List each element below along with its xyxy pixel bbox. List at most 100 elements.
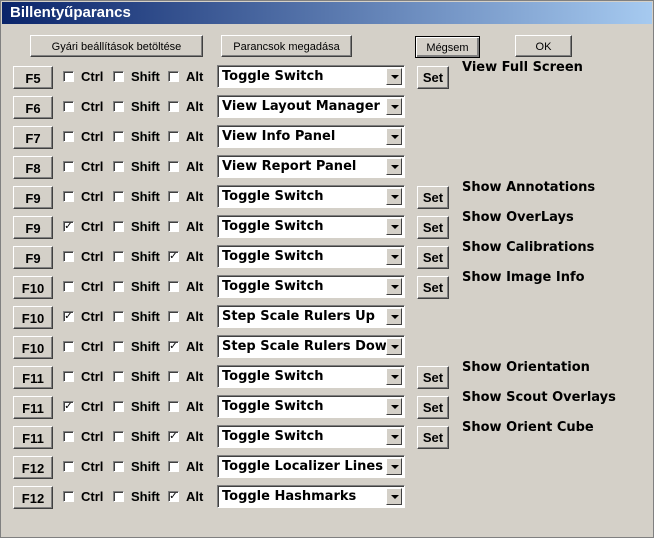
set-button[interactable]: Set — [417, 216, 449, 239]
chevron-down-icon[interactable] — [386, 338, 402, 355]
title-bar[interactable]: Billentyűparancs — [2, 2, 652, 24]
shift-checkbox[interactable] — [113, 311, 124, 322]
chevron-down-icon[interactable] — [386, 218, 402, 235]
alt-checkbox[interactable] — [168, 71, 179, 82]
ctrl-checkbox[interactable] — [63, 161, 74, 172]
chevron-down-icon[interactable] — [386, 368, 402, 385]
ctrl-checkbox[interactable] — [63, 191, 74, 202]
alt-checkbox[interactable]: ✓ — [168, 491, 179, 502]
command-select[interactable]: Toggle Hashmarks — [217, 485, 405, 508]
chevron-down-icon[interactable] — [386, 278, 402, 295]
alt-checkbox[interactable] — [168, 221, 179, 232]
chevron-down-icon[interactable] — [386, 68, 402, 85]
alt-checkbox[interactable] — [168, 401, 179, 412]
command-select[interactable]: Toggle Switch — [217, 215, 405, 238]
command-select[interactable]: Toggle Switch — [217, 365, 405, 388]
set-button[interactable]: Set — [417, 426, 449, 449]
set-button[interactable]: Set — [417, 246, 449, 269]
alt-checkbox[interactable] — [168, 461, 179, 472]
alt-checkbox[interactable] — [168, 311, 179, 322]
chevron-down-icon[interactable] — [386, 458, 402, 475]
shift-checkbox[interactable] — [113, 461, 124, 472]
function-key-button[interactable]: F12 — [13, 486, 53, 509]
alt-checkbox[interactable] — [168, 371, 179, 382]
alt-checkbox[interactable] — [168, 101, 179, 112]
alt-checkbox[interactable] — [168, 281, 179, 292]
function-key-button[interactable]: F11 — [13, 366, 53, 389]
cancel-button[interactable]: Mégsem — [415, 36, 480, 58]
chevron-down-icon[interactable] — [386, 398, 402, 415]
set-button[interactable]: Set — [417, 66, 449, 89]
function-key-button[interactable]: F9 — [13, 186, 53, 209]
function-key-button[interactable]: F10 — [13, 306, 53, 329]
chevron-down-icon[interactable] — [386, 308, 402, 325]
shift-checkbox[interactable] — [113, 491, 124, 502]
set-button[interactable]: Set — [417, 366, 449, 389]
alt-checkbox[interactable] — [168, 191, 179, 202]
command-select[interactable]: Step Scale Rulers Up — [217, 305, 405, 328]
function-key-button[interactable]: F5 — [13, 66, 53, 89]
shift-checkbox[interactable] — [113, 371, 124, 382]
function-key-button[interactable]: F7 — [13, 126, 53, 149]
chevron-down-icon[interactable] — [386, 248, 402, 265]
alt-checkbox[interactable]: ✓ — [168, 431, 179, 442]
alt-checkbox[interactable] — [168, 131, 179, 142]
shift-checkbox[interactable] — [113, 101, 124, 112]
ctrl-checkbox[interactable] — [63, 371, 74, 382]
set-button[interactable]: Set — [417, 276, 449, 299]
chevron-down-icon[interactable] — [386, 98, 402, 115]
shift-checkbox[interactable] — [113, 161, 124, 172]
load-defaults-button[interactable]: Gyári beállítások betöltése — [30, 35, 203, 57]
set-button[interactable]: Set — [417, 186, 449, 209]
command-select[interactable]: Toggle Localizer Lines — [217, 455, 405, 478]
ctrl-checkbox[interactable] — [63, 341, 74, 352]
shift-checkbox[interactable] — [113, 431, 124, 442]
command-select[interactable]: Toggle Switch — [217, 185, 405, 208]
shift-checkbox[interactable] — [113, 341, 124, 352]
ctrl-checkbox[interactable] — [63, 101, 74, 112]
chevron-down-icon[interactable] — [386, 488, 402, 505]
command-select[interactable]: View Info Panel — [217, 125, 405, 148]
set-commands-button[interactable]: Parancsok megadása — [221, 35, 352, 57]
alt-checkbox[interactable] — [168, 161, 179, 172]
shift-checkbox[interactable] — [113, 281, 124, 292]
alt-checkbox[interactable]: ✓ — [168, 251, 179, 262]
command-select[interactable]: Toggle Switch — [217, 395, 405, 418]
shift-checkbox[interactable] — [113, 401, 124, 412]
function-key-button[interactable]: F10 — [13, 336, 53, 359]
chevron-down-icon[interactable] — [386, 128, 402, 145]
ctrl-checkbox[interactable] — [63, 491, 74, 502]
ctrl-checkbox[interactable] — [63, 71, 74, 82]
ctrl-checkbox[interactable] — [63, 281, 74, 292]
function-key-button[interactable]: F9 — [13, 246, 53, 269]
function-key-button[interactable]: F11 — [13, 396, 53, 419]
ctrl-checkbox[interactable]: ✓ — [63, 311, 74, 322]
shift-checkbox[interactable] — [113, 221, 124, 232]
ctrl-checkbox[interactable] — [63, 461, 74, 472]
shift-checkbox[interactable] — [113, 131, 124, 142]
command-select[interactable]: Toggle Switch — [217, 65, 405, 88]
command-select[interactable]: Toggle Switch — [217, 275, 405, 298]
function-key-button[interactable]: F11 — [13, 426, 53, 449]
ctrl-checkbox[interactable]: ✓ — [63, 221, 74, 232]
function-key-button[interactable]: F10 — [13, 276, 53, 299]
command-select[interactable]: Toggle Switch — [217, 425, 405, 448]
ok-button[interactable]: OK — [515, 35, 572, 57]
ctrl-checkbox[interactable]: ✓ — [63, 401, 74, 412]
function-key-button[interactable]: F6 — [13, 96, 53, 119]
set-button[interactable]: Set — [417, 396, 449, 419]
function-key-button[interactable]: F12 — [13, 456, 53, 479]
shift-checkbox[interactable] — [113, 71, 124, 82]
chevron-down-icon[interactable] — [386, 158, 402, 175]
ctrl-checkbox[interactable] — [63, 251, 74, 262]
chevron-down-icon[interactable] — [386, 428, 402, 445]
function-key-button[interactable]: F9 — [13, 216, 53, 239]
function-key-button[interactable]: F8 — [13, 156, 53, 179]
command-select[interactable]: Toggle Switch — [217, 245, 405, 268]
alt-checkbox[interactable]: ✓ — [168, 341, 179, 352]
shift-checkbox[interactable] — [113, 251, 124, 262]
ctrl-checkbox[interactable] — [63, 131, 74, 142]
command-select[interactable]: View Layout Manager — [217, 95, 405, 118]
ctrl-checkbox[interactable] — [63, 431, 74, 442]
command-select[interactable]: View Report Panel — [217, 155, 405, 178]
